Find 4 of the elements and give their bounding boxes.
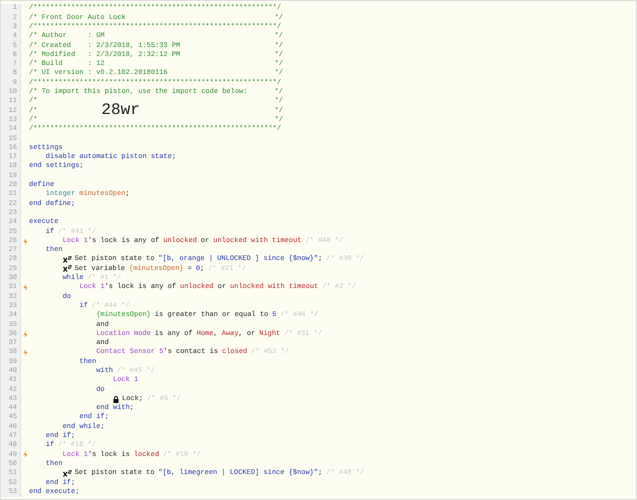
function-icon (62, 470, 72, 477)
function-icon (62, 265, 72, 272)
function-icon (62, 256, 72, 264)
lock-icon (113, 396, 119, 403)
